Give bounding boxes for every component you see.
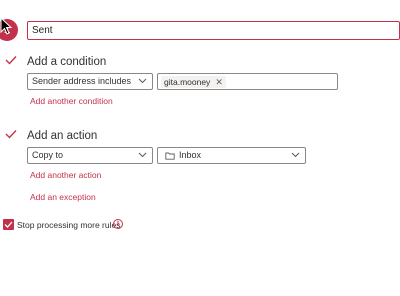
checkmark-icon xyxy=(5,56,17,65)
pointer-cursor-icon xyxy=(0,17,12,35)
add-exception-link[interactable]: Add an exception xyxy=(30,192,96,202)
chevron-down-icon xyxy=(138,78,147,84)
condition-value-input[interactable]: gita.mooney ✕ xyxy=(157,73,338,90)
sender-chip-label: gita.mooney xyxy=(164,77,211,87)
action-type-select[interactable]: Copy to xyxy=(27,147,153,164)
checkmark-icon xyxy=(5,130,17,139)
add-another-action-link[interactable]: Add another action xyxy=(30,170,101,180)
folder-value: Inbox xyxy=(179,150,202,160)
condition-field-value: Sender address includes xyxy=(32,76,132,86)
condition-field-select[interactable]: Sender address includes xyxy=(27,73,153,90)
action-section-title: Add an action xyxy=(27,130,98,142)
info-icon[interactable]: i xyxy=(113,219,123,229)
sender-chip: gita.mooney ✕ xyxy=(161,76,226,88)
checkmark-icon xyxy=(4,221,13,228)
condition-section-title: Add a condition xyxy=(27,56,107,68)
chevron-down-icon xyxy=(138,152,147,158)
stop-processing-checkbox[interactable] xyxy=(3,219,14,230)
chevron-down-icon xyxy=(291,152,300,158)
close-icon[interactable]: ✕ xyxy=(215,76,223,88)
add-another-condition-link[interactable]: Add another condition xyxy=(30,96,113,106)
rule-name-input[interactable] xyxy=(27,21,400,40)
folder-select[interactable]: Inbox xyxy=(157,147,306,164)
folder-icon xyxy=(165,152,175,160)
stop-processing-label: Stop processing more rules xyxy=(17,220,121,230)
action-type-value: Copy to xyxy=(32,150,64,160)
